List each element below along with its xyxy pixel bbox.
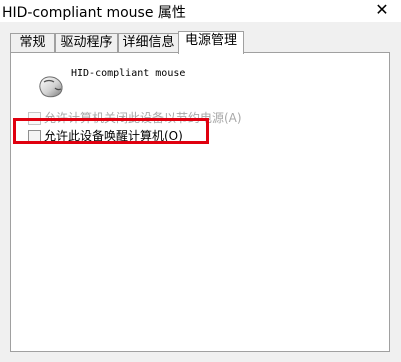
close-button[interactable]: ✕ bbox=[369, 1, 395, 19]
allow-wake-checkbox[interactable] bbox=[28, 129, 41, 143]
tab-details[interactable]: 详细信息 bbox=[118, 33, 179, 53]
tab-general[interactable]: 常规 bbox=[10, 33, 55, 53]
tab-power-management[interactable]: 电源管理 bbox=[178, 31, 244, 54]
power-management-page: HID-compliant mouse 允许计算机关闭此设备以节约电源(A) 允… bbox=[10, 52, 390, 352]
allow-power-off-checkbox[interactable] bbox=[28, 111, 41, 125]
allow-power-off-option[interactable]: 允许计算机关闭此设备以节约电源(A) bbox=[28, 111, 242, 125]
device-name: HID-compliant mouse bbox=[71, 68, 186, 79]
mouse-icon bbox=[39, 76, 63, 98]
tab-driver[interactable]: 驱动程序 bbox=[55, 33, 118, 53]
title-bar[interactable]: HID-compliant mouse 属性 ✕ bbox=[0, 0, 401, 22]
allow-wake-option[interactable]: 允许此设备唤醒计算机(O) bbox=[28, 129, 183, 143]
allow-wake-label: 允许此设备唤醒计算机(O) bbox=[44, 129, 183, 143]
allow-power-off-label: 允许计算机关闭此设备以节约电源(A) bbox=[44, 111, 242, 125]
window-title: HID-compliant mouse 属性 bbox=[2, 5, 186, 21]
properties-window: HID-compliant mouse 属性 ✕ 常规 驱动程序 详细信息 电源… bbox=[0, 0, 401, 362]
